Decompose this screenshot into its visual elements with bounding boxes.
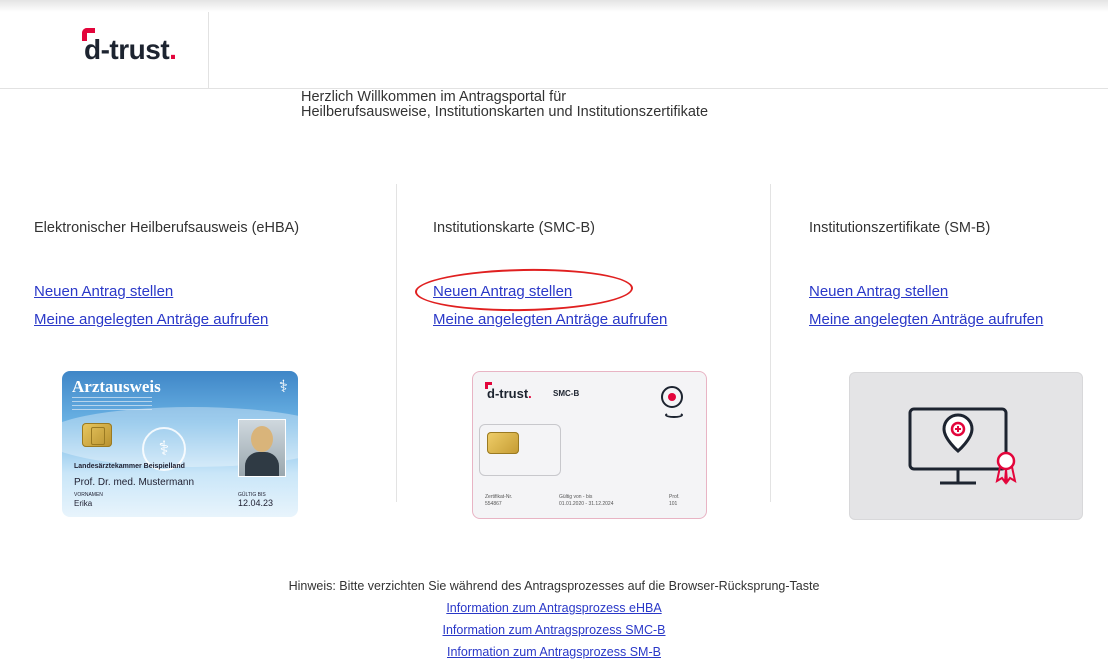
ehba-new-application-link[interactable]: Neuen Antrag stellen [34,283,173,300]
card-validity: 01.01.2020 - 31.12.2024 [559,501,614,507]
d-trust-logo[interactable]: d-trust. [82,28,177,66]
card-fine-print [72,397,152,413]
info-smcb-link[interactable]: Information zum Antragsprozess SMC-B [0,623,1108,637]
ehba-card-image: Arztausweis ⚕ ⚕ Landesärztekammer Beispi… [62,371,298,517]
welcome-text: Herzlich Willkommen im Antragsportal für… [301,90,708,120]
card-heading: Arztausweis [72,377,161,396]
welcome-line-2: Heilberufsausweise, Institutionskarten u… [301,104,709,120]
smb-column-title: Institutionszertifikate (SM-B) [809,220,991,236]
smcb-new-application-link[interactable]: Neuen Antrag stellen [433,283,572,300]
card-logo-mark-icon [485,382,492,389]
smb-certificate-image [849,372,1083,520]
info-ehba-link[interactable]: Information zum Antragsprozess eHBA [0,601,1108,615]
card-firstname-label: VORNAMEN [74,492,103,498]
card-brand-text: d-trust [487,386,529,401]
card-chamber-text: Landesärztekammer Beispielland [74,463,185,470]
smb-new-application-link[interactable]: Neuen Antrag stellen [809,283,948,300]
column-divider [396,184,397,502]
browser-back-hint: Hinweis: Bitte verzichten Sie während de… [288,579,820,593]
smcb-column-title: Institutionskarte (SMC-B) [433,220,595,236]
card-prof-label: Prof. [669,494,680,500]
card-brand-logo: d-trust. [485,382,532,401]
smcb-my-applications-link[interactable]: Meine angelegten Anträge aufrufen [433,311,667,328]
card-chip-icon [487,432,519,454]
card-brand-dot: . [528,386,532,401]
ehba-my-applications-link[interactable]: Meine angelegten Anträge aufrufen [34,311,268,328]
caduceus-emblem-icon: ⚕ [278,377,288,396]
card-holder-name: Prof. Dr. med. Mustermann [74,477,195,488]
logo-dot: . [169,34,177,65]
top-shadow [0,0,1108,12]
column-divider [770,184,771,502]
smcb-card-image: d-trust. SMC-B Zertifikat-Nr. 554867 Gül… [472,371,707,519]
card-validity-label: Gültig von - bis [559,494,593,500]
smb-my-applications-link[interactable]: Meine angelegten Anträge aufrufen [809,311,1043,328]
monitor-certificate-icon [908,407,1017,485]
card-cert-label: Zertifikat-Nr. [485,494,513,500]
card-prof-value: 101 [669,501,678,507]
card-chip-icon [82,423,112,447]
location-pin-icon [661,386,683,408]
logo-corner-mark-icon [82,28,95,41]
card-firstname: Erika [74,499,93,508]
page-header: d-trust. [0,12,1108,89]
logo-area: d-trust. [0,12,209,88]
card-portrait-photo [238,419,286,477]
info-smb-link[interactable]: Information zum Antragsprozess SM-B [0,645,1108,659]
logo-text: d-trust [84,34,170,65]
ehba-column-title: Elektronischer Heilberufsausweis (eHBA) [34,220,300,236]
card-valid-date: 12.04.23 [238,498,274,508]
welcome-line-1: Herzlich Willkommen im Antragsportal für [301,89,567,105]
card-cert-number: 554867 [485,501,502,507]
card-type-label: SMC-B [553,389,580,398]
pin-base-icon [665,412,683,418]
